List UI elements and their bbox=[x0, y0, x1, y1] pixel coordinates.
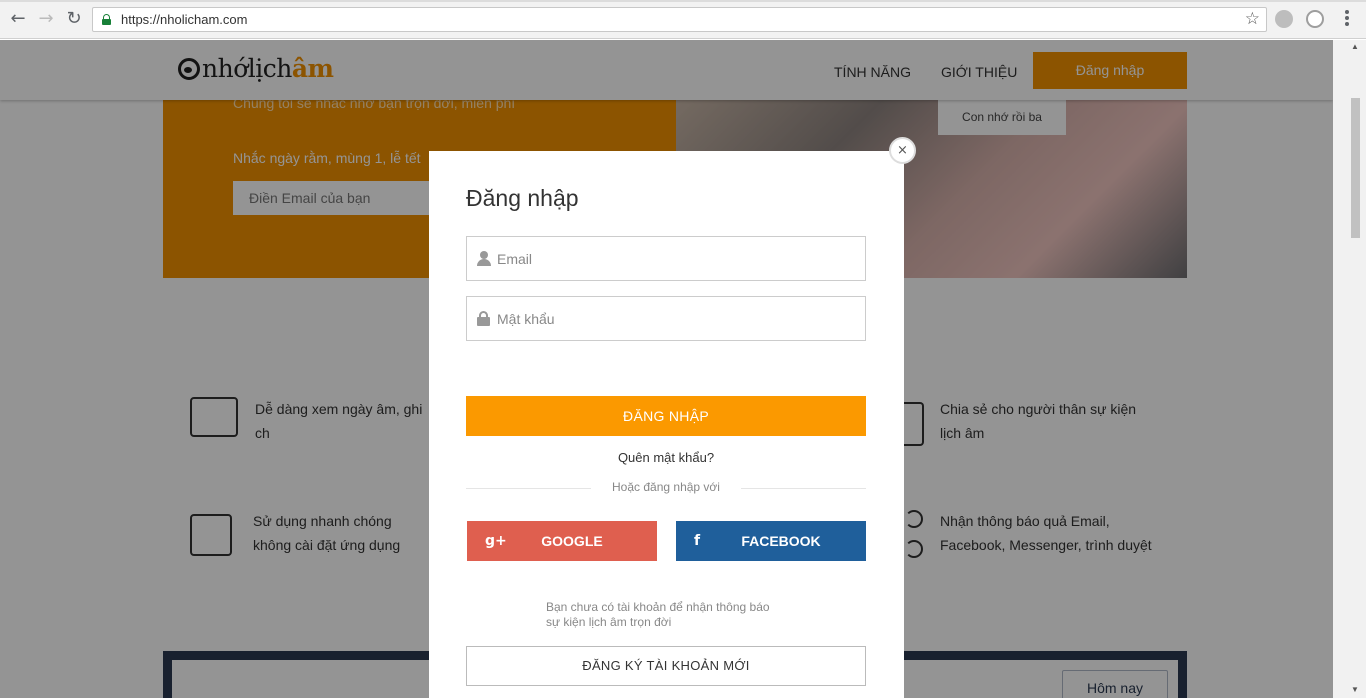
email-field[interactable] bbox=[466, 236, 866, 281]
forgot-password-link[interactable]: Quên mật khẩu? bbox=[466, 450, 866, 465]
signup-note-line-1: Bạn chưa có tài khoản để nhận thông báo bbox=[546, 600, 770, 614]
bookmark-star-icon[interactable]: ☆ bbox=[1245, 9, 1260, 29]
email-input[interactable] bbox=[497, 237, 857, 280]
scrollbar-thumb[interactable] bbox=[1351, 98, 1360, 238]
register-button[interactable]: ĐĂNG KÝ TÀI KHOẢN MỚI bbox=[466, 646, 866, 686]
or-login-with-text: Hoặc đăng nhập với bbox=[612, 480, 720, 494]
login-modal: Đăng nhập ĐĂNG NHẬP Quên mật khẩu? Hoặc … bbox=[429, 151, 904, 698]
skype-extension-icon[interactable] bbox=[1306, 10, 1324, 28]
forward-button[interactable]: → bbox=[36, 9, 56, 29]
back-button[interactable]: ← bbox=[8, 9, 28, 29]
signup-note: Bạn chưa có tài khoản để nhận thông báo … bbox=[546, 600, 806, 630]
browser-menu-icon[interactable] bbox=[1344, 9, 1350, 29]
scroll-down-arrow-icon[interactable]: ▼ bbox=[1351, 685, 1359, 694]
extension-icon[interactable] bbox=[1275, 10, 1293, 28]
page-scrollbar[interactable]: ▲ ▼ bbox=[1333, 40, 1366, 698]
facebook-login-button[interactable]: f FACEBOOK bbox=[676, 521, 866, 561]
tab-strip-edge bbox=[0, 0, 1366, 2]
page-viewport: Chúng tôi sẽ nhắc nhở bạn trọn đời, miễn… bbox=[0, 40, 1333, 698]
password-input[interactable] bbox=[497, 297, 857, 340]
address-url: https://nholicham.com bbox=[121, 12, 248, 27]
scroll-up-arrow-icon[interactable]: ▲ bbox=[1351, 42, 1359, 51]
google-login-label: GOOGLE bbox=[541, 533, 603, 549]
password-field[interactable] bbox=[466, 296, 866, 341]
google-login-button[interactable]: g+ GOOGLE bbox=[467, 521, 657, 561]
signup-note-line-2: sự kiện lịch âm trọn đời bbox=[546, 615, 672, 629]
modal-close-button[interactable]: × bbox=[889, 137, 916, 164]
reload-button[interactable]: ↻ bbox=[64, 9, 84, 29]
login-submit-button[interactable]: ĐĂNG NHẬP bbox=[466, 396, 866, 436]
lock-icon bbox=[477, 311, 490, 326]
browser-toolbar: ← → ↻ https://nholicham.com ☆ bbox=[0, 0, 1366, 39]
user-icon bbox=[477, 251, 491, 266]
modal-title: Đăng nhập bbox=[466, 185, 579, 211]
facebook-login-label: FACEBOOK bbox=[741, 533, 821, 549]
address-bar[interactable]: https://nholicham.com ☆ bbox=[92, 7, 1267, 32]
secure-lock-icon bbox=[102, 14, 111, 25]
